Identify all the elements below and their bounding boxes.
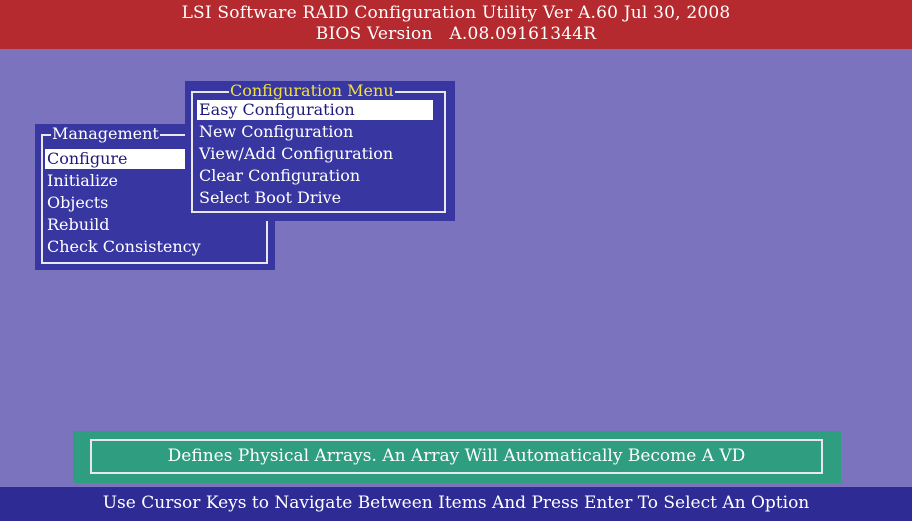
menu-item-select-boot-drive[interactable]: Select Boot Drive [197,188,341,208]
menu-item-clear-configuration[interactable]: Clear Configuration [197,166,360,186]
title-bar: LSI Software RAID Configuration Utility … [0,0,912,49]
status-description: Defines Physical Arrays. An Array Will A… [90,439,823,474]
footer-hint: Use Cursor Keys to Navigate Between Item… [0,487,912,521]
configuration-menu-title: Configuration Menu [229,81,395,100]
menu-item-objects[interactable]: Objects [45,193,108,213]
menu-item-easy-configuration[interactable]: Easy Configuration [197,100,433,120]
status-panel: Defines Physical Arrays. An Array Will A… [73,431,841,483]
menu-item-view-add-configuration[interactable]: View/Add Configuration [197,144,393,164]
menu-item-initialize[interactable]: Initialize [45,171,118,191]
configuration-menu: Configuration Menu Easy Configuration Ne… [185,81,455,221]
management-menu-title: Management [51,124,160,143]
utility-title: LSI Software RAID Configuration Utility … [181,3,731,23]
menu-item-rebuild[interactable]: Rebuild [45,215,110,235]
menu-item-check-consistency[interactable]: Check Consistency [45,237,201,257]
menu-item-new-configuration[interactable]: New Configuration [197,122,353,142]
menu-item-configure[interactable]: Configure [45,149,185,169]
bios-version: BIOS Version A.08.09161344R [315,24,597,44]
